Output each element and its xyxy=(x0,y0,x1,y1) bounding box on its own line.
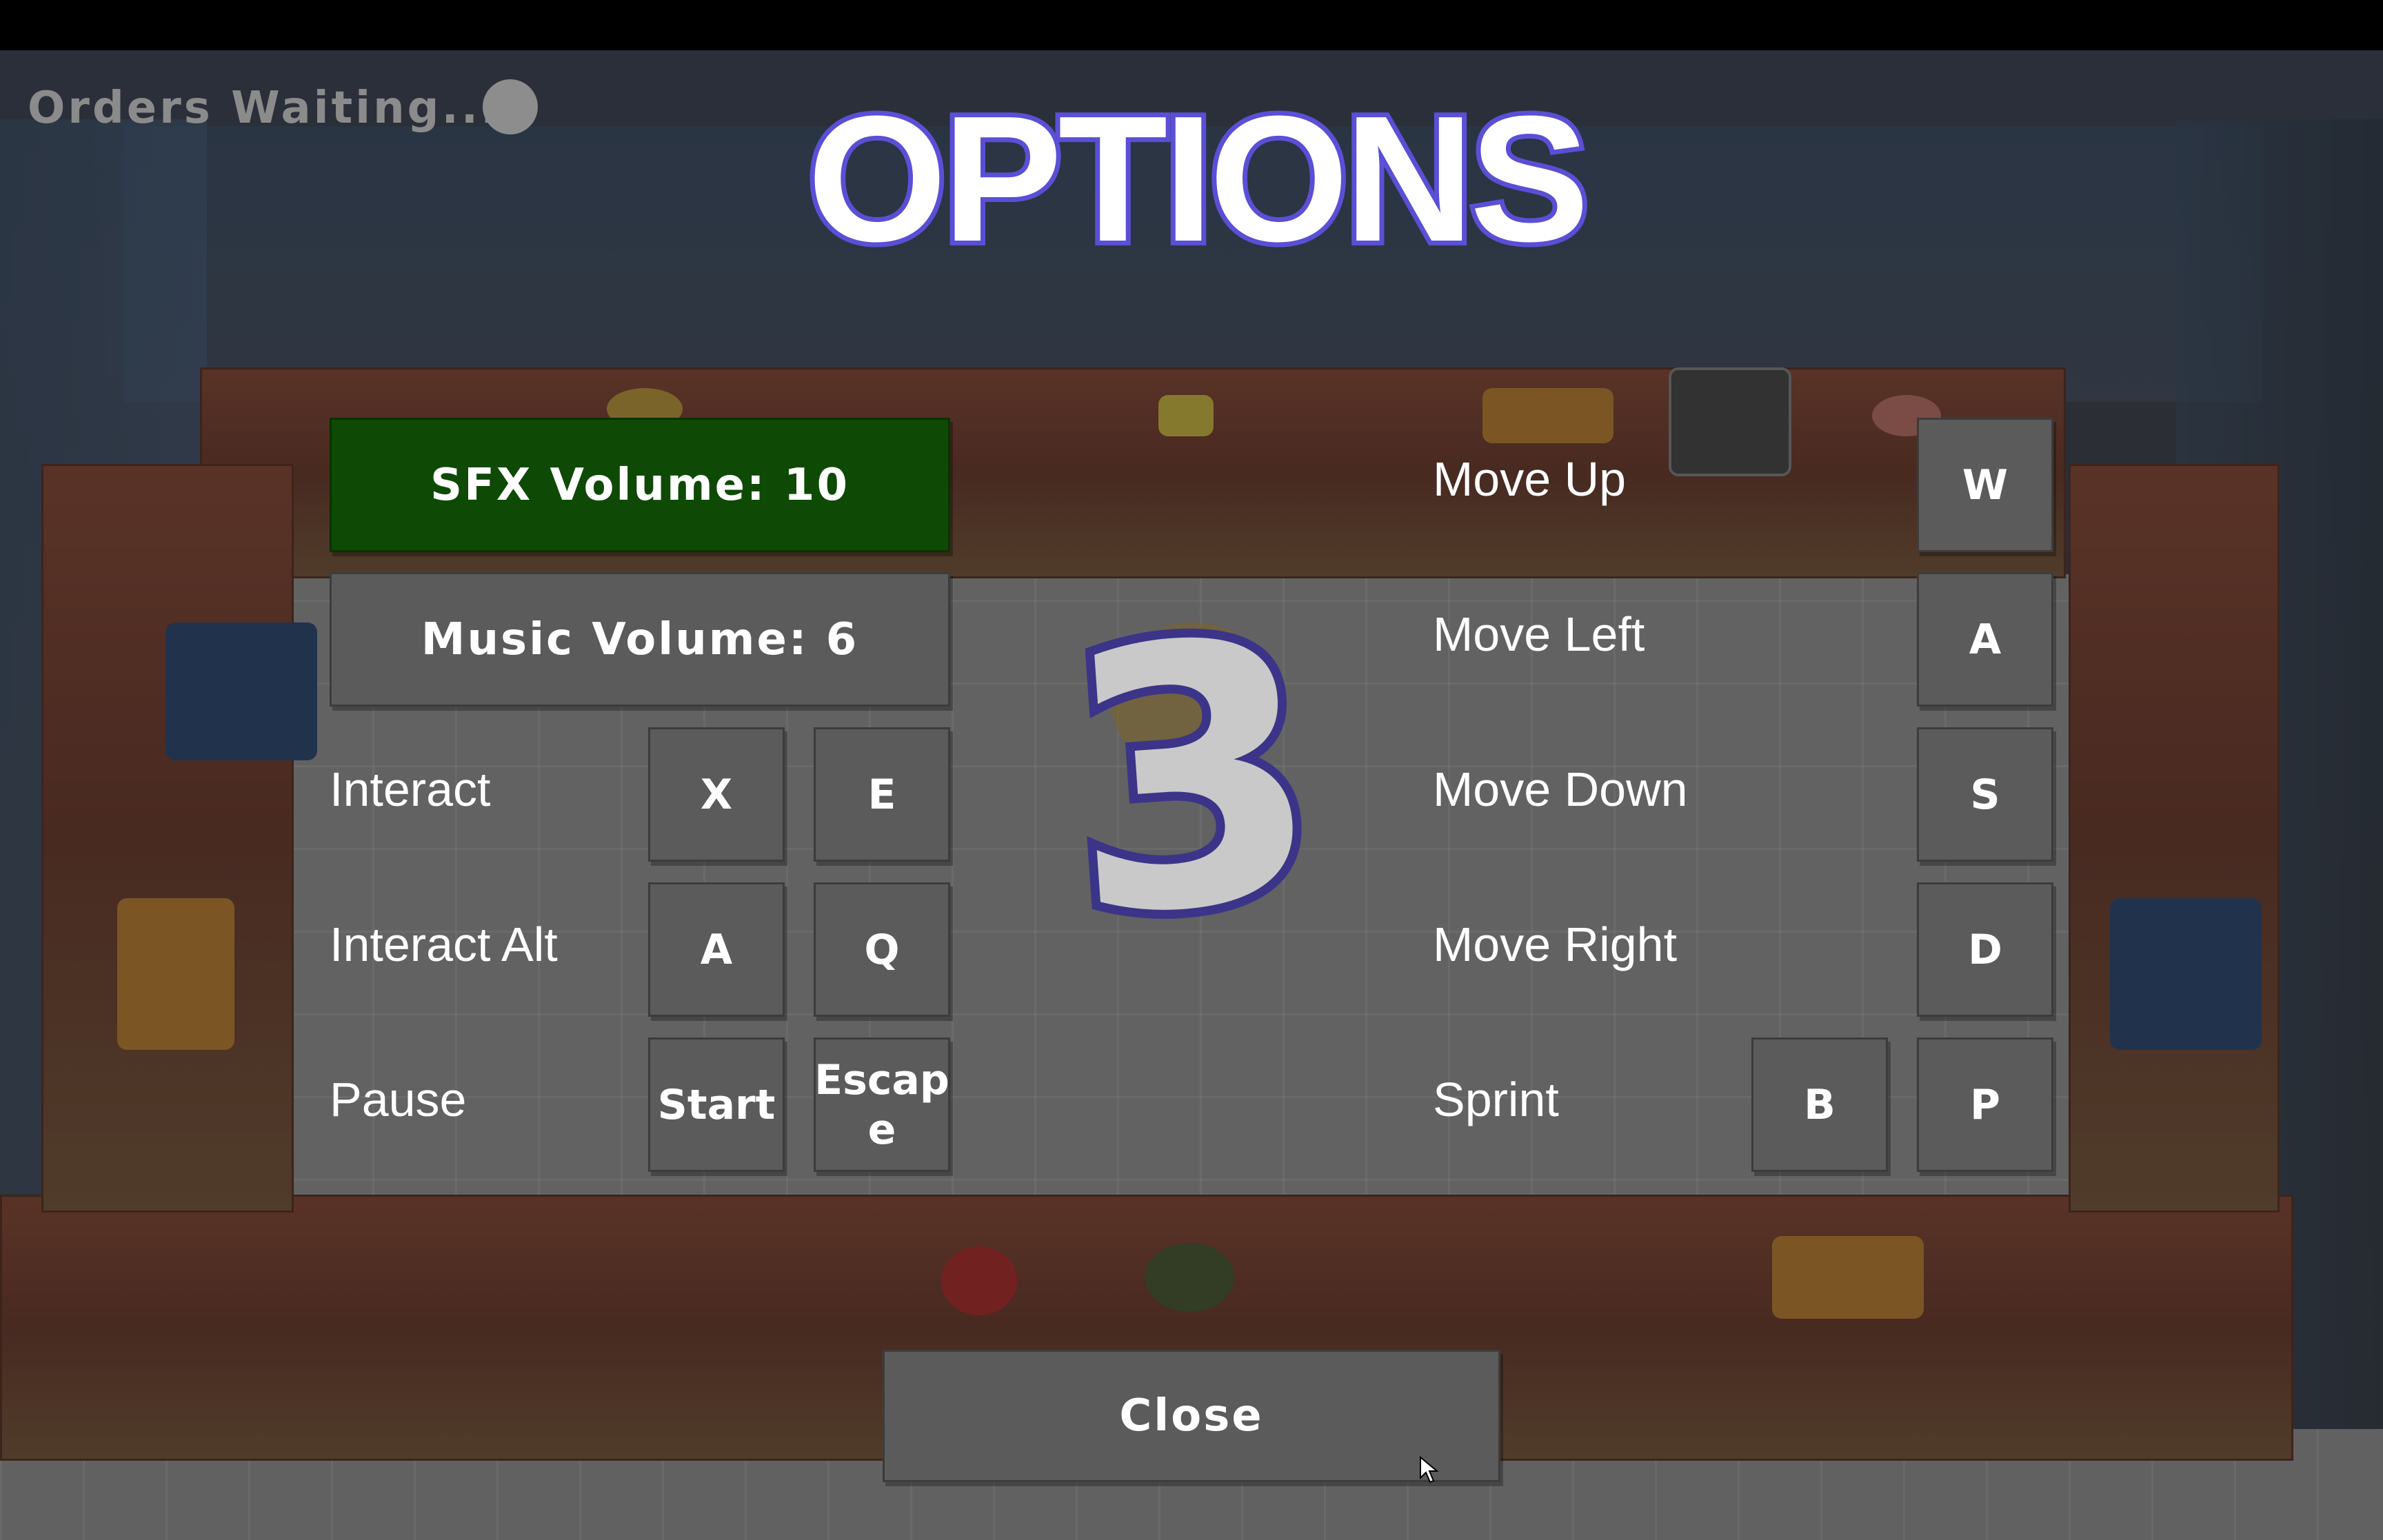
pause-primary-key-button[interactable]: Start xyxy=(648,1037,785,1172)
move-up-label: Move Up xyxy=(1433,452,1627,506)
orders-status-dot xyxy=(483,79,538,134)
move-left-key-button[interactable]: A xyxy=(1917,572,2053,707)
pause-secondary-key-button[interactable]: Escap e xyxy=(814,1037,950,1172)
interact-alt-secondary-key-button[interactable]: Q xyxy=(814,882,950,1017)
move-down-key-button[interactable]: S xyxy=(1917,727,2053,862)
sprint-label: Sprint xyxy=(1433,1073,1559,1126)
orders-waiting-label: Orders Waiting... xyxy=(28,83,501,134)
options-title: OPTIONS xyxy=(803,79,1594,279)
sprint-key-button[interactable]: P xyxy=(1917,1037,2053,1172)
move-right-label: Move Right xyxy=(1433,918,1678,971)
countdown-number: 3 xyxy=(1045,553,1340,1005)
move-up-key-button[interactable]: W xyxy=(1917,418,2053,552)
sprint-alt-key-button[interactable]: B xyxy=(1751,1037,1888,1172)
close-button[interactable]: Close xyxy=(883,1350,1500,1482)
interact-alt-label: Interact Alt xyxy=(330,918,558,971)
interact-alt-primary-key-button[interactable]: A xyxy=(648,882,785,1017)
interact-secondary-key-button[interactable]: E xyxy=(814,727,950,862)
sfx-volume-button[interactable]: SFX Volume: 10 xyxy=(330,418,950,552)
interact-primary-key-button[interactable]: X xyxy=(648,727,785,862)
mouse-cursor-icon xyxy=(1420,1456,1439,1483)
move-right-key-button[interactable]: D xyxy=(1917,882,2053,1017)
move-left-label: Move Left xyxy=(1433,607,1645,661)
interact-label: Interact xyxy=(330,762,491,816)
pause-label: Pause xyxy=(330,1073,467,1126)
move-down-label: Move Down xyxy=(1433,762,1688,816)
music-volume-button[interactable]: Music Volume: 6 xyxy=(330,572,950,707)
